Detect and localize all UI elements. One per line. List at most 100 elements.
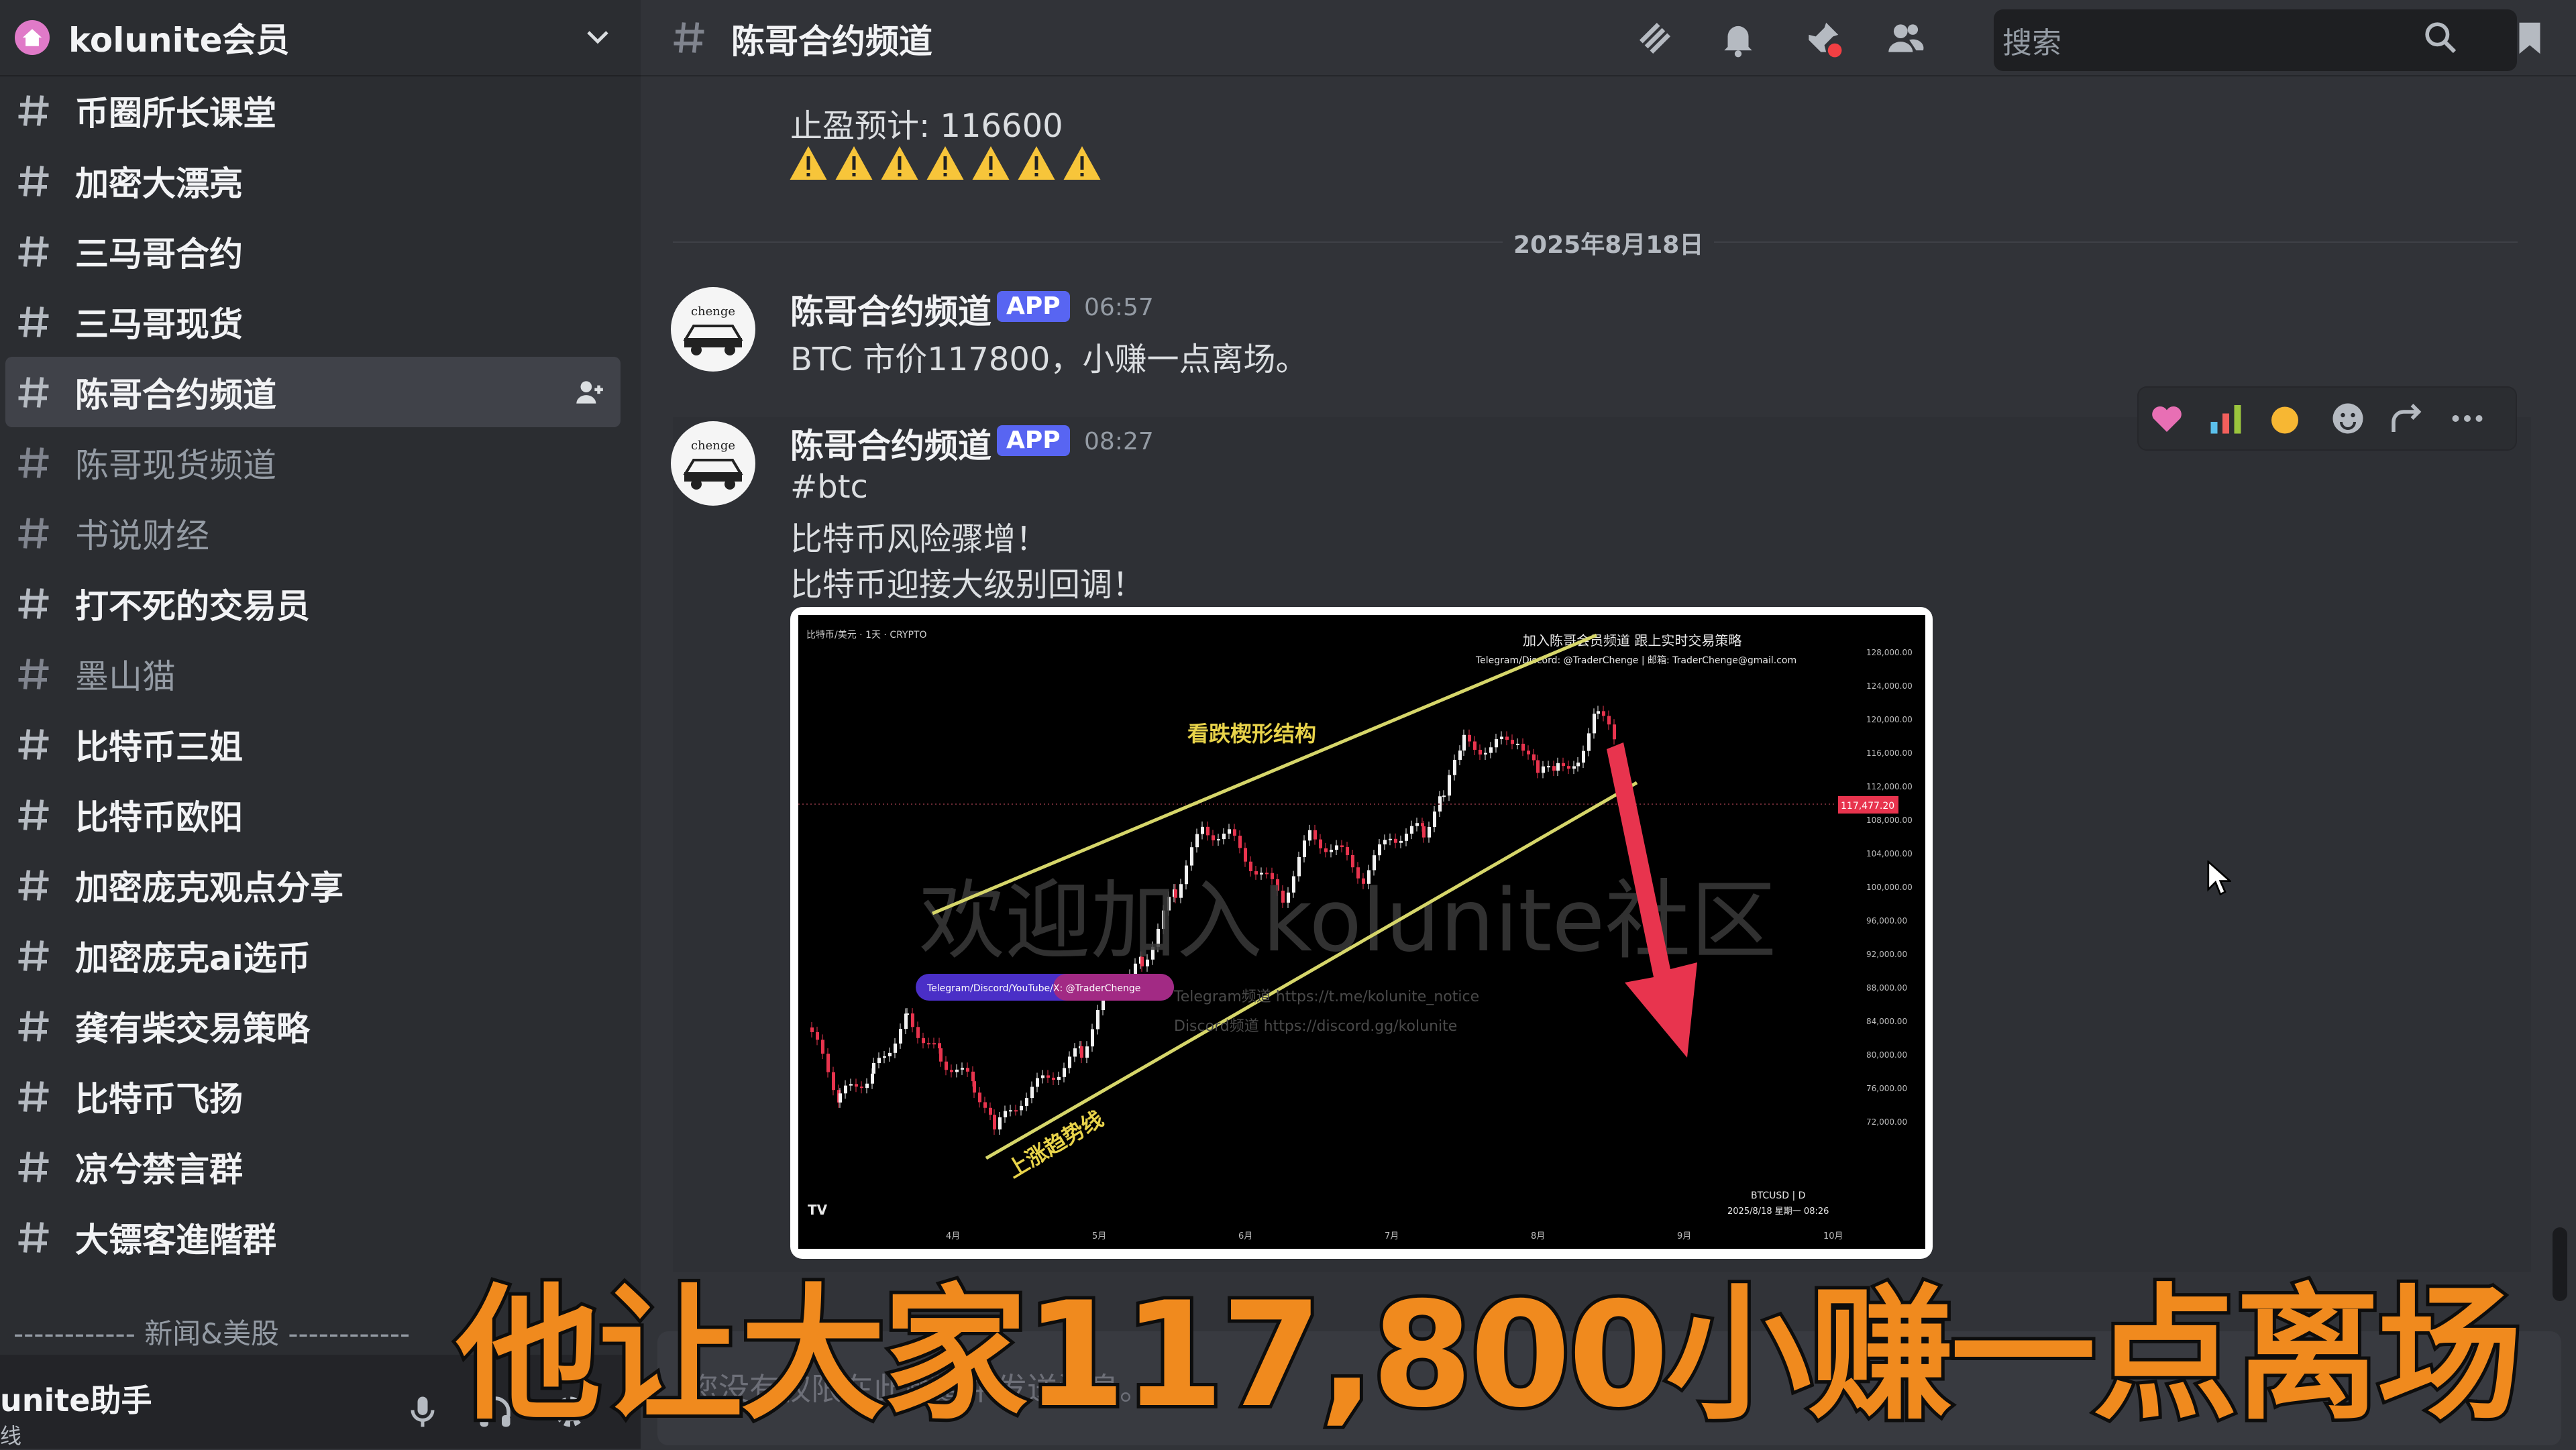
candle-body [993, 1115, 996, 1130]
sidebar-channel-item[interactable]: 陈哥现货频道 [5, 427, 621, 498]
author-avatar[interactable]: chenge [671, 421, 755, 506]
pinned-messages-icon[interactable] [1802, 17, 1843, 59]
user-status: 线 [0, 1423, 22, 1449]
sidebar-channel-item[interactable]: 陈哥合约频道 [5, 357, 621, 427]
message-action-bar [2139, 388, 2516, 449]
sidebar-channel-item[interactable]: 龚有柴交易策略 [5, 991, 621, 1061]
candle-body [855, 1084, 858, 1087]
candle-body [1335, 845, 1338, 850]
hash-icon [18, 165, 49, 197]
sidebar-channel-item[interactable]: 打不死的交易员 [5, 568, 621, 638]
sidebar-channel-item[interactable]: 加密大漂亮 [5, 146, 621, 216]
mouse-cursor-icon [2207, 860, 2231, 896]
candle-body [1587, 733, 1591, 751]
inbox-bookmark-icon[interactable] [2509, 17, 2551, 59]
candle-body [927, 1043, 930, 1045]
message-author[interactable]: 陈哥合约频道 [790, 419, 991, 467]
member-list-icon[interactable] [1885, 17, 1927, 59]
sidebar-channel-item[interactable]: 加密庞克观点分享 [5, 850, 621, 920]
candle-body [1597, 711, 1600, 714]
candle-body [1346, 847, 1349, 855]
candle-body [1217, 839, 1220, 841]
candle-body [810, 1027, 814, 1032]
candle-body [906, 1013, 909, 1015]
hash-icon [18, 1080, 49, 1112]
candle-body [849, 1084, 853, 1086]
hash-icon [18, 1010, 49, 1042]
channel-label: 陈哥现货频道 [75, 445, 276, 485]
social-pill-text: Telegram/Discord/YouTube/X: @TraderCheng… [926, 983, 1140, 994]
sidebar-channel-item[interactable]: 币圈所长课堂 [5, 75, 621, 146]
candle-body [1068, 1056, 1071, 1068]
date-divider-label: 2025年8月18日 [1503, 225, 1715, 260]
candle-body [1378, 844, 1381, 856]
sidebar-channel-item[interactable]: 墨山猫 [5, 638, 621, 709]
candle-body [1547, 766, 1550, 768]
hash-icon [18, 95, 49, 126]
sidebar-channel-item[interactable]: 书说财经 [5, 498, 621, 568]
chat-scrollbar[interactable] [2553, 1227, 2567, 1301]
y-tick-label: 128,000.00 [1866, 648, 1913, 657]
candle-body [1516, 743, 1519, 745]
channel-label: 大镖客進階群 [75, 1220, 276, 1260]
reaction-thumbs-up-emoji-icon[interactable] [2265, 398, 2305, 439]
candle-body [1303, 840, 1306, 857]
reaction-heart-emoji-icon[interactable] [2147, 398, 2187, 439]
candle-body [894, 1043, 897, 1053]
add-reaction-icon[interactable] [2328, 398, 2368, 439]
forward-icon[interactable] [2387, 398, 2427, 439]
server-header[interactable]: kolunite会员 [0, 0, 641, 75]
message-author[interactable]: 陈哥合约频道 [790, 285, 991, 333]
candle-body [1394, 838, 1397, 843]
candle-body [1080, 1046, 1083, 1058]
user-name[interactable]: unite助手 [0, 1376, 152, 1420]
chart-symbol-label: BTCUSD | D [1751, 1190, 1805, 1201]
sidebar-channel-item[interactable]: 三马哥合约 [5, 216, 621, 286]
candle-body [1030, 1086, 1034, 1099]
chevron-down-icon[interactable] [582, 20, 614, 52]
more-options-icon[interactable] [2447, 398, 2487, 439]
hash-icon [18, 1221, 49, 1253]
candle-body [1046, 1075, 1050, 1078]
candle-body [826, 1054, 830, 1072]
notification-bell-icon[interactable] [1717, 17, 1759, 59]
sidebar-channel-item[interactable]: 三马哥现货 [5, 286, 621, 357]
author-avatar[interactable]: chenge [671, 287, 755, 372]
hash-icon [18, 235, 49, 267]
candle-body [1422, 826, 1426, 838]
channel-label: 陈哥合约频道 [75, 375, 276, 414]
sidebar-channel-item[interactable]: 比特币三姐 [5, 709, 621, 779]
candle-body [1052, 1077, 1055, 1080]
candle-body [1527, 750, 1530, 755]
sidebar-channel-item[interactable]: 比特币欧阳 [5, 779, 621, 850]
reaction-chart-emoji-icon[interactable] [2206, 398, 2246, 439]
candle-body [1458, 750, 1462, 760]
channel-label: 比特币三姐 [75, 727, 243, 767]
candle-body [1484, 752, 1487, 755]
candle-body [1593, 714, 1596, 734]
candle-body [816, 1031, 819, 1040]
candle-body [1468, 734, 1471, 742]
warning-icon [972, 146, 1010, 180]
avatar-car-logo: chenge [683, 439, 743, 490]
candle-body [1556, 763, 1560, 771]
candle-body [1576, 763, 1580, 767]
threads-icon[interactable] [1634, 17, 1676, 59]
sidebar-channel-item[interactable]: 比特币飞扬 [5, 1061, 621, 1131]
candle-body [911, 1013, 914, 1027]
invite-member-icon[interactable] [572, 376, 606, 409]
candle-body [955, 1069, 959, 1072]
y-tick-label: 112,000.00 [1866, 782, 1913, 791]
candle-body [1495, 739, 1498, 748]
search-icon[interactable] [2422, 19, 2459, 56]
candle-body [989, 1107, 992, 1115]
candle-body [1206, 826, 1210, 836]
sidebar-channel-item[interactable]: 加密庞克ai选币 [5, 920, 621, 991]
channel-sidebar: kolunite会员 币圈所长课堂 加密大漂亮 三马哥合约 三马哥现货陈哥合约频道 陈哥… [0, 0, 641, 1449]
candle-body [844, 1085, 847, 1094]
sidebar-channel-item[interactable]: 凉兮禁言群 [5, 1131, 621, 1202]
warning-icon [790, 146, 827, 180]
price-tag-label: 117,477.20 [1841, 801, 1894, 812]
microphone-icon[interactable] [402, 1392, 443, 1432]
channel-label: 龚有柴交易策略 [75, 1009, 310, 1048]
